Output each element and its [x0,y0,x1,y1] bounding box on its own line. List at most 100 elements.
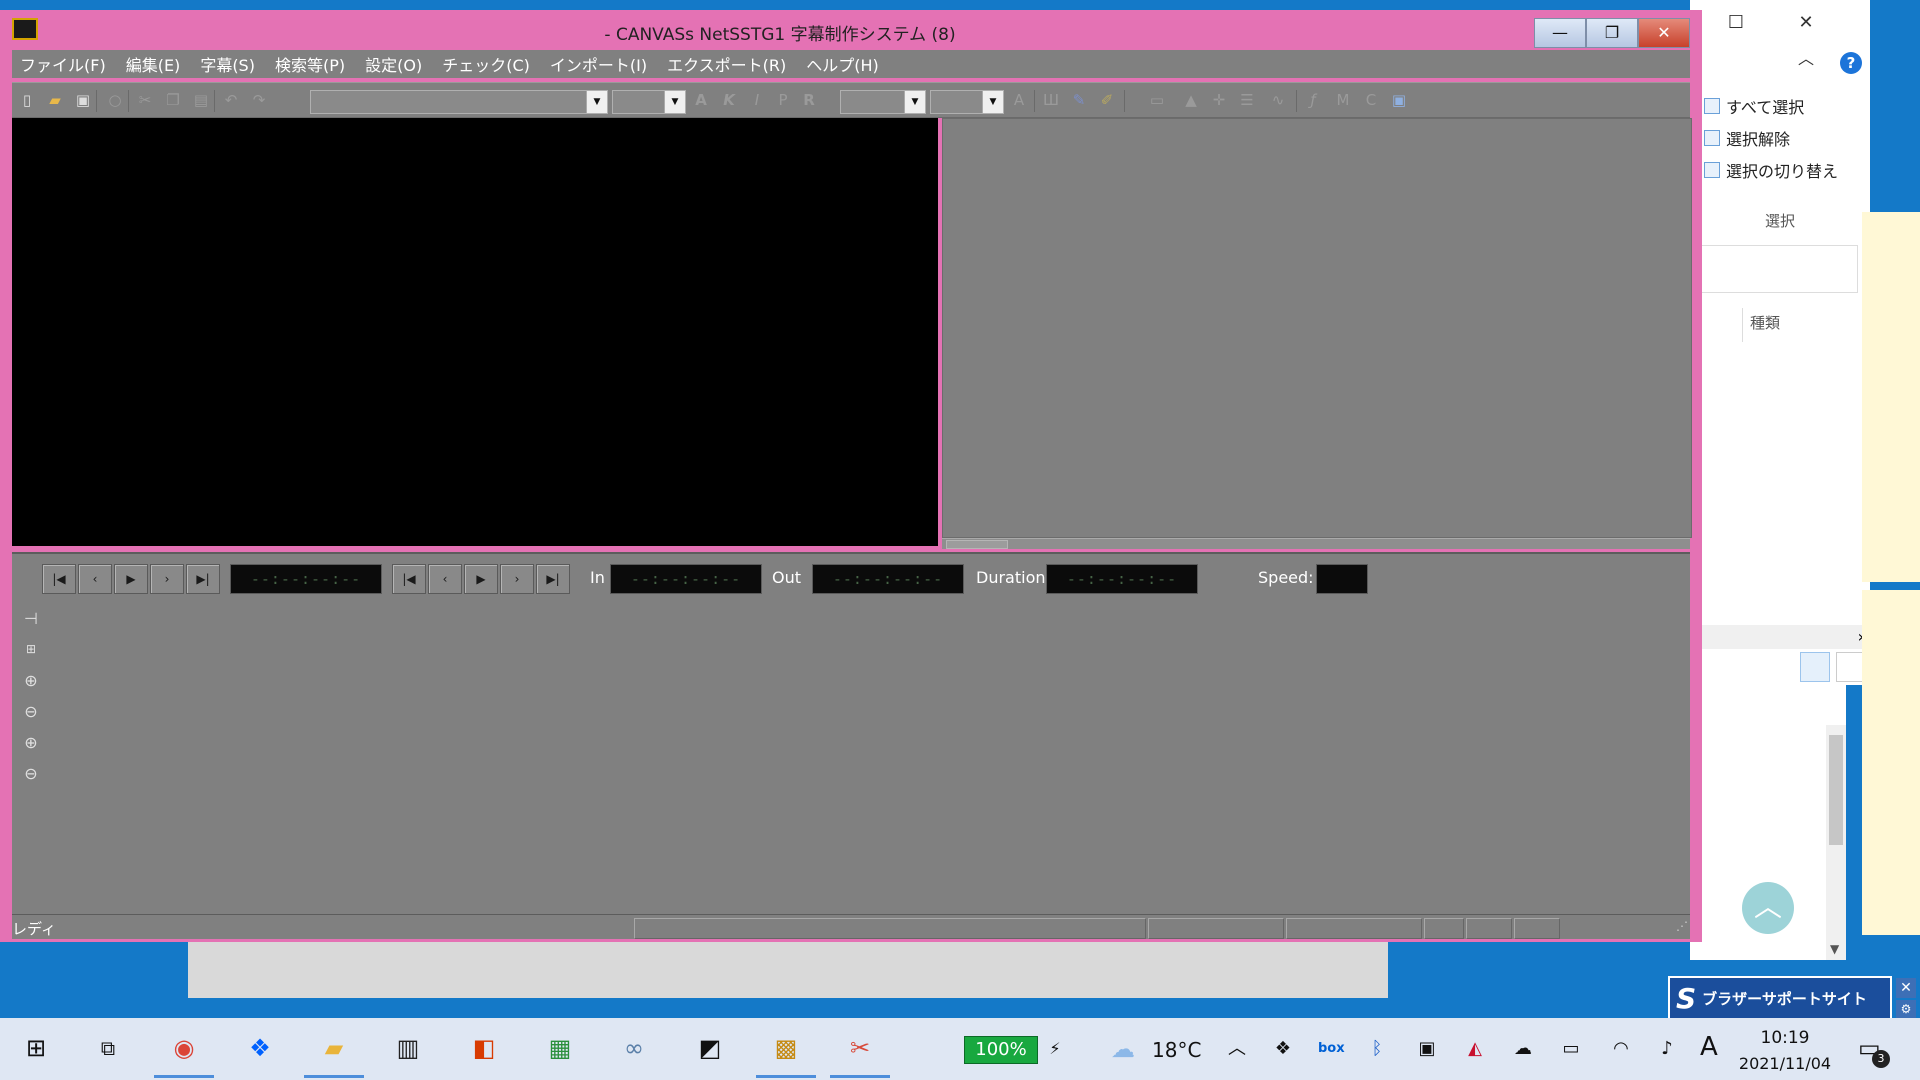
task-view-icon[interactable]: ⧉ [88,1028,128,1068]
ribbon-select-all[interactable]: すべて選択 [1704,92,1804,120]
help-icon[interactable]: ? [1840,52,1862,74]
zoom-out-icon[interactable]: ⊖ [20,701,42,723]
play-icon[interactable]: ▶ [114,564,148,594]
clock-date[interactable]: 2021/11/04 [1730,1054,1840,1073]
dropbox-icon[interactable]: ❖ [240,1028,280,1068]
scroll-down-icon[interactable]: ▼ [1830,942,1839,956]
sticky-notes-icon[interactable]: ◩ [690,1028,730,1068]
marker-icon[interactable]: ⊞ [20,638,42,660]
timeline-area[interactable]: ⊣ ⊞ ⊕ ⊖ ⊕ ⊖ [12,600,1690,914]
align-icon[interactable]: ☰ [1238,91,1256,109]
color-combo[interactable]: ▼ [840,90,926,114]
italic-icon[interactable]: I [748,91,766,109]
cut-icon[interactable]: ✂ [136,91,154,109]
ruby-icon[interactable]: R [800,91,818,109]
ribbon-collapse-icon[interactable]: ︿ [1786,46,1826,72]
step-forward-icon[interactable]: › [500,564,534,594]
skip-start-icon[interactable]: |◀ [42,564,76,594]
play-icon[interactable]: ▶ [464,564,498,594]
anchor-icon[interactable]: ✛ [1210,91,1228,109]
maximize-button[interactable]: ❐ [1586,18,1638,48]
bluetooth-icon[interactable]: ᛒ [1364,1036,1390,1062]
menu-file[interactable]: ファイル(F) [12,52,118,76]
box-icon[interactable]: ▭ [1144,91,1170,109]
in-timecode[interactable]: --:--:--:-- [610,564,762,594]
file-explorer-icon[interactable]: ▰ [304,1028,364,1078]
clock-time[interactable]: 10:19 [1740,1028,1830,1048]
gear-icon[interactable]: ⚙ [1896,1000,1916,1018]
menu-settings[interactable]: 設定(O) [357,52,434,76]
ime-indicator[interactable]: A [1700,1032,1718,1062]
macro-icon[interactable]: M [1334,91,1352,109]
menu-subtitle[interactable]: 字幕(S) [192,52,267,76]
weather-cloud-icon[interactable]: ☁ [1106,1036,1140,1062]
format-icon[interactable]: ✎ [1070,91,1088,109]
c-icon[interactable]: C [1362,91,1380,109]
box-tray-icon[interactable]: box [1318,1036,1345,1062]
dropbox-tray-icon[interactable]: ❖ [1270,1036,1296,1062]
store-icon[interactable]: ▥ [388,1028,428,1068]
app-green-icon[interactable]: ▦ [540,1028,580,1068]
font-combo[interactable]: ▼ [310,90,608,114]
new-file-icon[interactable]: ▯ [18,91,36,109]
onedrive-icon[interactable]: ☁ [1510,1036,1536,1062]
position-icon[interactable]: ▲ [1182,91,1200,109]
vertical-scrollbar[interactable]: ▼ [1826,725,1846,960]
battery-indicator[interactable]: 100% [964,1036,1038,1064]
menu-import[interactable]: インポート(I) [542,52,659,76]
details-view-icon[interactable] [1800,652,1830,682]
chevron-down-icon[interactable]: ▼ [904,91,925,113]
zoom-in-icon[interactable]: ⊕ [20,670,42,692]
proportional-icon[interactable]: P [774,91,792,109]
skip-end-icon[interactable]: ▶| [186,564,220,594]
menu-check[interactable]: チェック(C) [434,52,542,76]
kerning-icon[interactable]: K [720,91,738,109]
undo-icon[interactable]: ↶ [222,91,240,109]
scroll-to-top-icon[interactable]: ︿ [1742,882,1794,934]
vertical-text-icon[interactable]: Ш [1042,91,1060,109]
minimize-button[interactable]: — [1534,18,1586,48]
pin-icon[interactable]: ⊣ [20,608,42,630]
wifi-icon[interactable]: ◠ [1608,1036,1634,1062]
menu-edit[interactable]: 編集(E) [118,52,193,76]
chevron-down-icon[interactable]: ▼ [586,91,607,113]
scroll-thumb[interactable] [1829,735,1843,845]
open-folder-icon[interactable]: ▰ [46,91,64,109]
step-back-icon[interactable]: ‹ [78,564,112,594]
size-combo[interactable]: ▼ [612,90,686,114]
resize-grip-icon[interactable]: ⋰ [1676,919,1688,933]
ribbon-select-none[interactable]: 選択解除 [1704,124,1790,152]
speed-display[interactable] [1316,564,1368,594]
chevron-down-icon[interactable]: ▼ [982,91,1003,113]
skip-end-icon[interactable]: ▶| [536,564,570,594]
skip-start-icon[interactable]: |◀ [392,564,426,594]
scroll-thumb[interactable] [946,540,1008,549]
outline-text-icon[interactable]: A [692,91,710,109]
windows-start-icon[interactable]: ⊞ [16,1028,56,1068]
menu-search[interactable]: 検索等(P) [267,52,357,76]
explorer-maximize-icon[interactable]: ☐ [1716,10,1756,36]
redo-icon[interactable]: ↷ [250,91,268,109]
search-icon[interactable]: ○ [106,91,124,109]
office-icon[interactable]: ◧ [464,1028,504,1068]
mcafee-icon[interactable]: ◭ [1462,1036,1488,1062]
chrome-icon[interactable]: ◉ [154,1028,214,1078]
column-header-type[interactable]: 種類 [1750,312,1780,333]
search-box[interactable] [1698,245,1858,293]
step-back-icon[interactable]: ‹ [428,564,462,594]
out-timecode[interactable]: --:--:--:-- [812,564,964,594]
close-button[interactable]: ✕ [1638,18,1690,48]
zoom-out-vertical-icon[interactable]: ⊖ [20,763,42,785]
function-icon[interactable]: ƒ [1304,91,1322,109]
pane-hscroll[interactable] [942,538,1690,549]
power-plug-icon[interactable]: ⚡ [1042,1036,1068,1062]
sstg-app-icon[interactable]: ▩ [756,1028,816,1078]
explorer-hscroll[interactable]: › [1690,625,1870,649]
brother-support-button[interactable]: S ブラザーサポートサイト [1668,976,1892,1020]
subtitle-list-pane[interactable] [942,118,1692,538]
style-combo[interactable]: ▼ [930,90,1004,114]
video-preview[interactable] [12,118,938,546]
menu-export[interactable]: エクスポート(R) [659,52,798,76]
chevron-up-icon[interactable]: ︿ [1224,1036,1250,1062]
close-icon[interactable]: ✕ [1896,978,1916,998]
